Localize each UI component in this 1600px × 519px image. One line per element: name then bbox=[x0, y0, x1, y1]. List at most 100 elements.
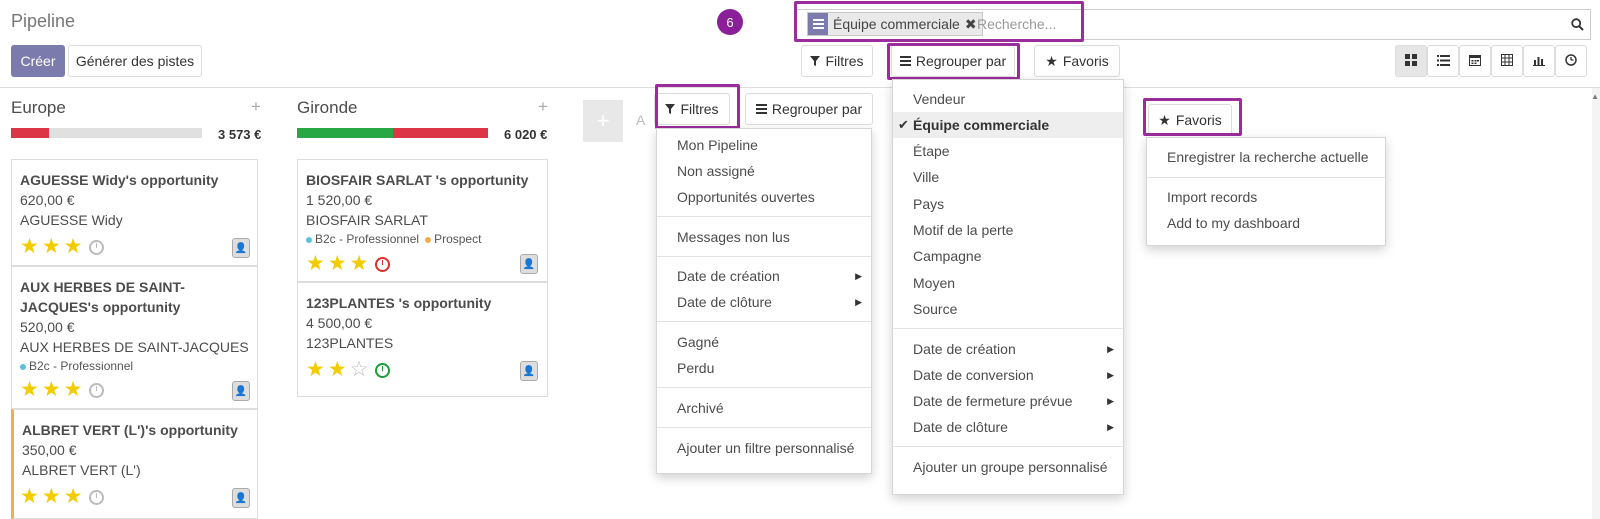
pivot-view-button[interactable] bbox=[1491, 45, 1523, 77]
column-total-europe: 3 573 € bbox=[218, 127, 262, 142]
calendar-view-button[interactable] bbox=[1459, 45, 1491, 77]
add-column-button[interactable]: + bbox=[583, 100, 623, 142]
scroll-up-icon[interactable]: ▲ bbox=[1591, 92, 1599, 101]
save-search-item[interactable]: Enregistrer la recherche actuelle bbox=[1147, 144, 1385, 170]
star-icon[interactable]: ★ bbox=[64, 379, 83, 401]
column-title-europe[interactable]: Europe bbox=[11, 98, 66, 118]
progress-segment-other[interactable] bbox=[49, 128, 202, 138]
filters-button[interactable]: Filtres bbox=[801, 45, 873, 77]
group-by-item[interactable]: Source bbox=[893, 296, 1123, 322]
column-add-icon[interactable]: + bbox=[538, 97, 548, 117]
graph-view-button[interactable] bbox=[1523, 45, 1555, 77]
group-by-label: Regrouper par bbox=[771, 101, 863, 117]
group-by-item-date-cloture[interactable]: Date de clôture ▶ bbox=[893, 414, 1123, 440]
filter-item[interactable]: Perdu bbox=[657, 355, 871, 381]
group-by-item-selected[interactable]: ✔ Équipe commerciale bbox=[893, 112, 1123, 138]
activity-clock-icon[interactable] bbox=[89, 382, 105, 398]
kanban-card[interactable]: AUX HERBES DE SAINT- JACQUES's opportuni… bbox=[11, 266, 258, 409]
caret-right-icon: ▶ bbox=[1107, 395, 1114, 406]
group-by-highlight bbox=[887, 43, 1020, 80]
card-partner: 123PLANTES bbox=[306, 335, 394, 351]
group-by-item[interactable]: Campagne bbox=[893, 243, 1123, 269]
filter-item[interactable]: Opportunités ouvertes bbox=[657, 184, 871, 210]
kanban-view-button[interactable] bbox=[1395, 45, 1427, 77]
priority-stars[interactable]: ★ ★ ☆ bbox=[306, 359, 391, 381]
star-icon[interactable]: ★ bbox=[20, 236, 39, 258]
star-icon[interactable]: ★ bbox=[42, 486, 61, 508]
star-icon[interactable]: ★ bbox=[328, 359, 347, 381]
divider bbox=[657, 216, 871, 217]
user-avatar: 👤 bbox=[232, 381, 250, 401]
caret-right-icon: ▶ bbox=[1107, 369, 1114, 380]
group-by-item[interactable]: Motif de la perte bbox=[893, 217, 1123, 243]
group-by-button-secondary[interactable]: Regrouper par bbox=[745, 93, 873, 125]
add-custom-filter[interactable]: Ajouter un filtre personnalisé bbox=[657, 435, 871, 461]
star-icon[interactable]: ★ bbox=[64, 486, 83, 508]
group-by-icon bbox=[755, 101, 767, 117]
column-add-icon[interactable]: + bbox=[251, 97, 261, 117]
kanban-card[interactable]: AGUESSE Widy's opportunity 620,00 € AGUE… bbox=[11, 159, 258, 266]
filter-item[interactable]: Messages non lus bbox=[657, 224, 871, 250]
priority-stars[interactable]: ★ ★ ★ bbox=[20, 486, 105, 508]
filters-label: Filtres bbox=[825, 53, 864, 69]
group-by-item-date-creation[interactable]: Date de création ▶ bbox=[893, 336, 1123, 362]
card-tags: B2c - Professionnel bbox=[20, 357, 249, 375]
star-icon[interactable]: ★ bbox=[306, 359, 325, 381]
kanban-card[interactable]: BIOSFAIR SARLAT 's opportunity 1 520,00 … bbox=[297, 159, 548, 282]
scrollbar[interactable] bbox=[1592, 88, 1600, 519]
star-icon[interactable]: ★ bbox=[42, 236, 61, 258]
priority-stars[interactable]: ★ ★ ★ bbox=[306, 253, 391, 275]
star-icon[interactable]: ★ bbox=[20, 379, 39, 401]
filter-item[interactable]: Non assigné bbox=[657, 158, 871, 184]
filter-item-date-cloture[interactable]: Date de clôture ▶ bbox=[657, 289, 871, 315]
filter-item[interactable]: Archivé bbox=[657, 395, 871, 421]
divider bbox=[657, 256, 871, 257]
search-icon[interactable] bbox=[1566, 14, 1588, 34]
column-progress-europe[interactable] bbox=[11, 128, 202, 138]
create-button[interactable]: Créer bbox=[11, 45, 65, 77]
add-custom-group[interactable]: Ajouter un groupe personnalisé bbox=[893, 454, 1123, 480]
group-by-item-date-conversion[interactable]: Date de conversion ▶ bbox=[893, 362, 1123, 388]
star-icon[interactable]: ★ bbox=[64, 236, 83, 258]
star-icon[interactable]: ★ bbox=[328, 253, 347, 275]
group-by-item[interactable]: Pays bbox=[893, 191, 1123, 217]
filter-item[interactable]: Gagné bbox=[657, 329, 871, 355]
activity-view-button[interactable] bbox=[1555, 45, 1587, 77]
progress-segment-lost[interactable] bbox=[11, 128, 50, 138]
divider bbox=[1147, 177, 1385, 178]
favorites-button[interactable]: ★ Favoris bbox=[1034, 45, 1120, 77]
star-icon[interactable]: ★ bbox=[306, 253, 325, 275]
priority-stars[interactable]: ★ ★ ★ bbox=[20, 236, 105, 258]
progress-segment-won[interactable] bbox=[297, 128, 393, 138]
kanban-card[interactable]: 123PLANTES 's opportunity 4 500,00 € 123… bbox=[297, 282, 548, 397]
kanban-card[interactable]: ALBRET VERT (L')'s opportunity 350,00 € … bbox=[11, 409, 258, 519]
group-by-item[interactable]: Vendeur bbox=[893, 86, 1123, 112]
generate-leads-button[interactable]: Générer des pistes bbox=[68, 45, 202, 77]
star-empty-icon[interactable]: ☆ bbox=[350, 359, 369, 381]
group-by-item[interactable]: Étape bbox=[893, 138, 1123, 164]
column-progress-gironde[interactable] bbox=[297, 128, 488, 138]
priority-stars[interactable]: ★ ★ ★ bbox=[20, 379, 105, 401]
column-title-gironde[interactable]: Gironde bbox=[297, 98, 357, 118]
activity-clock-icon[interactable] bbox=[375, 256, 391, 272]
add-to-dashboard-item[interactable]: Add to my dashboard bbox=[1147, 210, 1385, 236]
card-amount: 350,00 € bbox=[22, 442, 77, 458]
card-partner: AGUESSE Widy bbox=[20, 212, 123, 228]
progress-segment-lost[interactable] bbox=[392, 128, 488, 138]
star-icon[interactable]: ★ bbox=[20, 486, 39, 508]
card-title: AGUESSE Widy's opportunity bbox=[20, 172, 219, 188]
activity-clock-icon[interactable] bbox=[375, 362, 391, 378]
filter-item-date-creation[interactable]: Date de création ▶ bbox=[657, 263, 871, 289]
list-view-button[interactable] bbox=[1427, 45, 1459, 77]
import-records-item[interactable]: Import records bbox=[1147, 184, 1385, 210]
pivot-icon bbox=[1501, 53, 1513, 69]
group-by-item[interactable]: Ville bbox=[893, 164, 1123, 190]
filter-item[interactable]: Mon Pipeline bbox=[657, 132, 871, 158]
breadcrumb[interactable]: Pipeline bbox=[11, 11, 75, 32]
star-icon[interactable]: ★ bbox=[350, 253, 369, 275]
activity-clock-icon[interactable] bbox=[89, 489, 105, 505]
activity-clock-icon[interactable] bbox=[89, 239, 105, 255]
star-icon[interactable]: ★ bbox=[42, 379, 61, 401]
group-by-item-date-fermeture[interactable]: Date de fermeture prévue ▶ bbox=[893, 388, 1123, 414]
group-by-item[interactable]: Moyen bbox=[893, 270, 1123, 296]
